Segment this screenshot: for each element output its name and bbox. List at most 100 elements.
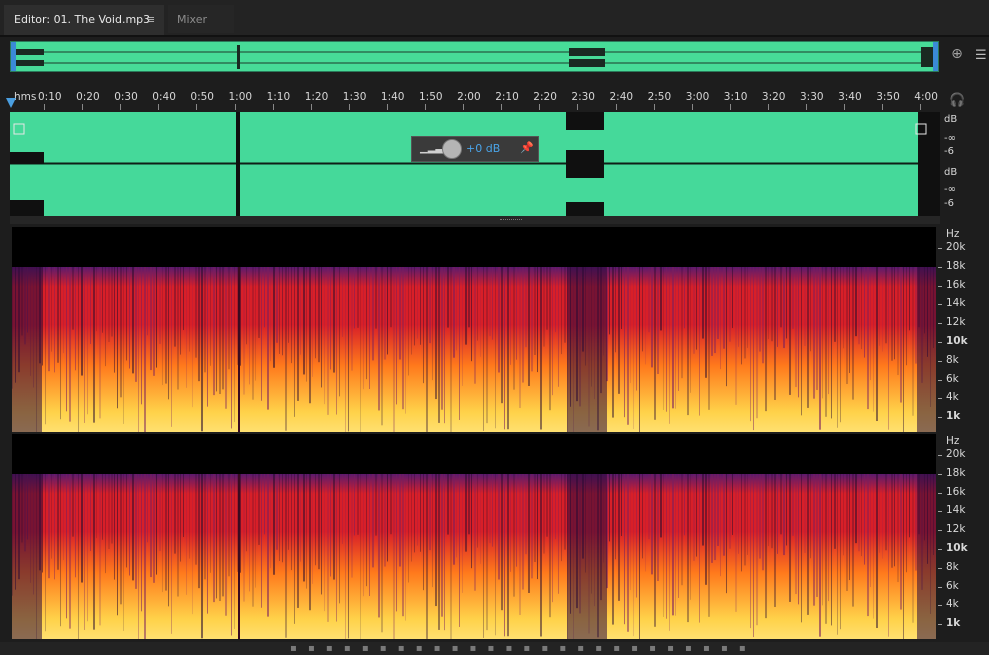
spectral-streak — [285, 474, 287, 638]
spectral-streak — [276, 267, 278, 343]
spectral-streak — [108, 267, 110, 343]
spectral-streak — [198, 474, 200, 589]
spectral-streak — [144, 474, 146, 639]
spectral-streak — [834, 474, 836, 549]
spectral-streak — [42, 267, 43, 366]
spectral-streak — [96, 267, 97, 332]
tab-mixer[interactable]: Mixer — [168, 5, 234, 33]
spectral-streak — [417, 267, 418, 339]
spectral-streak — [381, 267, 383, 426]
spectral-streak — [468, 267, 470, 328]
list-panel-icon[interactable]: ☰ — [975, 48, 989, 64]
spectral-streak — [207, 474, 208, 614]
spectral-streak — [645, 267, 646, 365]
overview-end-handle[interactable] — [933, 42, 938, 71]
spectral-streak — [717, 474, 719, 546]
hamburger-menu-icon[interactable]: ≡ — [146, 13, 155, 26]
spectral-streak — [129, 267, 130, 369]
spectral-streak — [192, 474, 193, 615]
spectral-streak — [849, 474, 850, 581]
spectral-streak — [87, 267, 88, 415]
spectral-streak — [303, 474, 305, 582]
spectral-streak — [762, 474, 764, 571]
spectral-streak — [369, 267, 370, 390]
spectral-streak — [45, 474, 46, 632]
spectral-streak — [306, 474, 307, 589]
spectral-transient — [238, 474, 240, 639]
spectral-streak — [465, 267, 467, 345]
spectral-streak — [273, 474, 275, 575]
volume-hud[interactable]: ▁▂▃▅ +0 dB 📌 — [411, 136, 539, 162]
spectral-streak — [234, 474, 235, 630]
spectral-streak — [873, 474, 874, 619]
hz-tick — [938, 549, 942, 550]
hz-tick-label: 8k — [946, 560, 959, 573]
spectral-streak — [894, 267, 895, 360]
spectral-streak — [123, 267, 124, 424]
spectral-streak — [699, 267, 700, 416]
hz-tick — [938, 511, 942, 513]
spectral-streak — [867, 474, 869, 617]
pin-icon[interactable]: 📌 — [520, 141, 534, 154]
spectral-streaks — [12, 267, 936, 432]
ruler-tick-label: 1:10 — [266, 91, 291, 103]
overview-navigator[interactable] — [10, 41, 939, 72]
spectral-streak — [246, 267, 247, 345]
ruler-tick — [386, 104, 388, 110]
transport-controls[interactable]: ▪ ▪ ▪ ▪ ▪ ▪ ▪ ▪ ▪ ▪ ▪ ▪ ▪ ▪ ▪ ▪ ▪ ▪ ▪ ▪ … — [290, 643, 750, 654]
spectral-streak — [675, 267, 676, 409]
spectral-streak — [252, 267, 254, 400]
spectral-streak — [267, 474, 269, 617]
view-splitter[interactable] — [10, 216, 940, 224]
playhead-marker[interactable] — [6, 98, 16, 108]
spectral-streak — [534, 267, 536, 355]
spectral-streak — [432, 267, 433, 381]
spectral-streak — [195, 267, 197, 358]
spectral-streak — [816, 267, 818, 390]
spectral-streak — [855, 474, 857, 544]
spectral-streak — [681, 267, 683, 379]
headphones-icon[interactable]: 🎧 — [949, 93, 965, 108]
spectral-streak — [84, 474, 85, 630]
spectral-streak — [366, 474, 367, 587]
tab-editor[interactable]: Editor: 01. The Void.mp3 ≡ — [4, 5, 164, 35]
spectral-streak — [42, 474, 43, 573]
spectral-streak — [396, 474, 397, 612]
overview-start-handle[interactable] — [11, 42, 16, 71]
volume-value[interactable]: +0 dB — [466, 142, 500, 155]
spectral-streak — [549, 474, 551, 618]
waveform-display[interactable] — [10, 112, 940, 216]
spectral-streak — [366, 267, 367, 380]
spectral-streak — [909, 474, 910, 538]
spectral-streak — [519, 474, 521, 616]
ruler-tick — [310, 104, 312, 110]
spectral-streak — [165, 267, 167, 384]
splitter-grip-icon[interactable] — [500, 219, 522, 222]
spectral-streak — [300, 474, 301, 562]
spectral-streak — [489, 267, 491, 337]
spectral-display-left[interactable] — [12, 227, 936, 432]
spectral-streak — [324, 267, 325, 405]
spectral-streak — [291, 267, 292, 364]
spectral-display-right[interactable] — [12, 434, 936, 639]
db-label: dB — [944, 114, 958, 125]
spectral-streak — [102, 474, 103, 540]
spectral-streak — [210, 267, 211, 366]
spectral-streak — [174, 474, 176, 554]
zoom-magnifier-icon[interactable]: ⊕ — [946, 46, 968, 68]
spectral-streak — [789, 474, 791, 602]
spectral-streak — [735, 474, 737, 612]
time-ruler[interactable]: hms 0:10 0:20 0:30 0:40 0:50 1:00 1:10 1:20 1:30 1… — [10, 88, 940, 110]
spectral-streak — [714, 474, 716, 561]
volume-knob-icon[interactable] — [442, 139, 462, 159]
spectral-streak — [693, 474, 695, 561]
spectral-streak — [423, 474, 424, 591]
spectral-streak — [417, 474, 418, 546]
spectral-streak — [189, 267, 190, 352]
spectral-streak — [771, 474, 773, 549]
spectral-streak — [528, 267, 530, 386]
spectral-streak — [729, 474, 731, 549]
spectral-streak — [264, 474, 265, 535]
ruler-tick — [158, 104, 160, 110]
spectral-streak — [669, 267, 670, 424]
